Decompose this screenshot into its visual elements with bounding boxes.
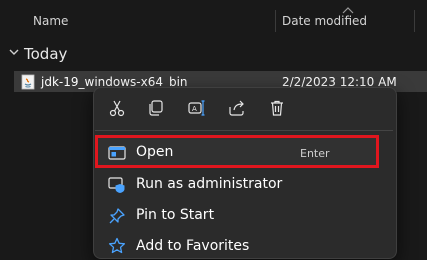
menu-item-label: Pin to Start bbox=[136, 207, 215, 223]
group-header-today[interactable]: Today bbox=[24, 45, 67, 63]
copy-icon[interactable] bbox=[143, 95, 169, 121]
column-header-name[interactable]: Name bbox=[33, 14, 68, 28]
column-divider[interactable] bbox=[275, 10, 276, 32]
rename-icon[interactable]: A bbox=[184, 95, 210, 121]
menu-divider bbox=[95, 130, 393, 131]
shield-icon bbox=[108, 177, 125, 193]
menu-item-label: Open bbox=[136, 144, 174, 160]
share-icon[interactable] bbox=[224, 95, 250, 121]
menu-item-label: Add to Favorites bbox=[136, 238, 250, 254]
menu-item-label: Run as administrator bbox=[136, 176, 283, 192]
cut-icon[interactable] bbox=[104, 95, 130, 121]
column-header-date-modified[interactable]: Date modified bbox=[282, 14, 367, 28]
svg-text:A: A bbox=[192, 105, 197, 113]
star-icon bbox=[108, 237, 126, 254]
pin-icon bbox=[109, 208, 125, 224]
sort-ascending-icon bbox=[342, 7, 354, 14]
menu-item-shortcut: Enter bbox=[300, 147, 330, 160]
java-file-icon bbox=[21, 74, 35, 90]
open-app-icon bbox=[108, 146, 126, 160]
column-divider[interactable] bbox=[414, 10, 415, 32]
chevron-down-icon[interactable] bbox=[8, 46, 20, 58]
delete-icon[interactable] bbox=[264, 95, 290, 121]
